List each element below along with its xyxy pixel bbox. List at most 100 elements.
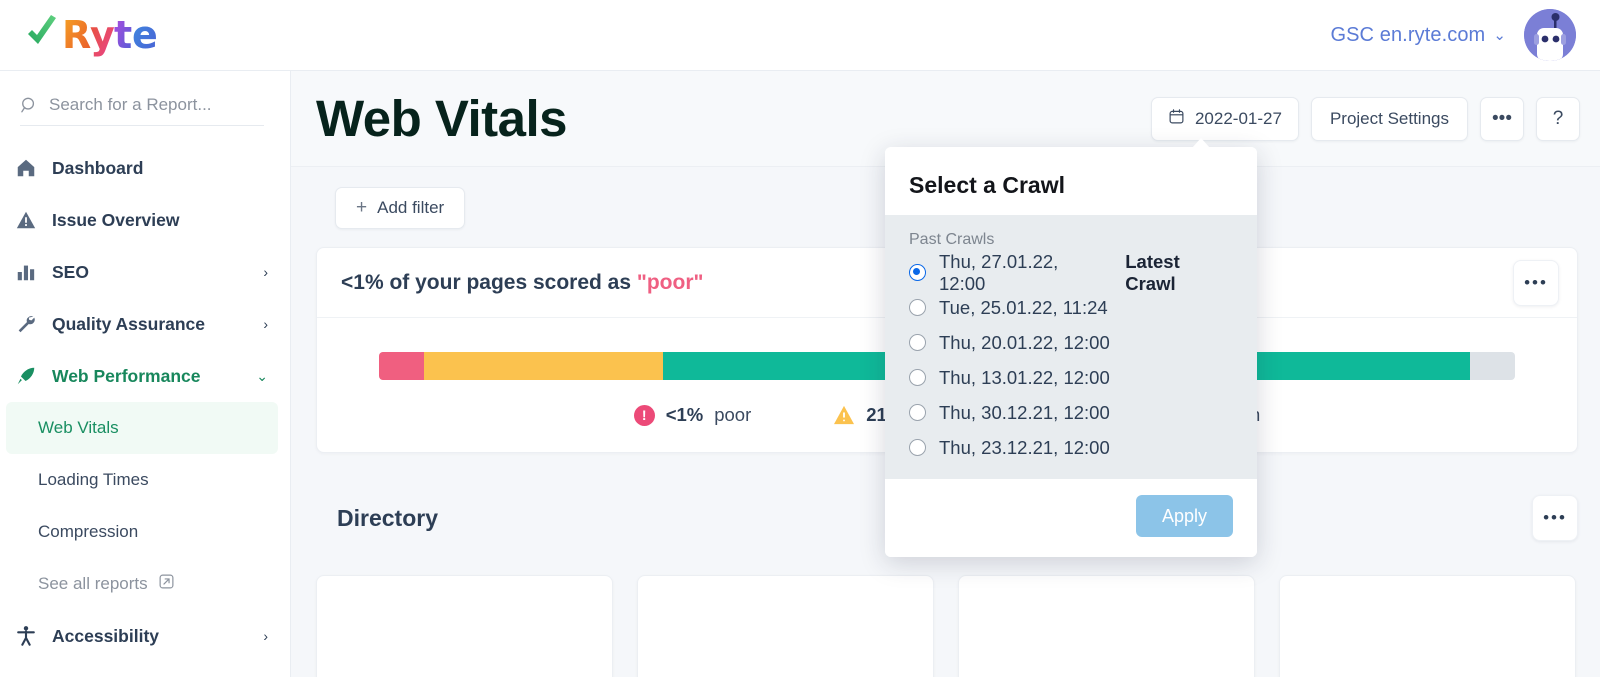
chevron-right-icon: › — [263, 628, 268, 644]
bar-segment-unknown — [1469, 352, 1515, 380]
crawl-date-label: 2022-01-27 — [1194, 108, 1282, 128]
svg-text:t: t — [114, 13, 132, 57]
crawl-radio[interactable] — [909, 439, 926, 456]
apply-button[interactable]: Apply — [1135, 495, 1233, 537]
legend-item-poor: ! <1% poor — [633, 404, 752, 426]
crawl-option[interactable]: Thu, 20.01.22, 12:00 — [909, 325, 1233, 360]
ryte-logo[interactable]: R y t e — [24, 11, 174, 59]
directory-card[interactable] — [1279, 575, 1576, 677]
sidebar-item-accessibility[interactable]: Accessibility › — [0, 610, 290, 662]
account-selector-label: GSC en.ryte.com — [1330, 23, 1486, 46]
crawl-date-button[interactable]: 2022-01-27 — [1150, 96, 1299, 141]
crawl-radio[interactable] — [909, 404, 926, 421]
chevron-down-icon: ⌄ — [1493, 27, 1506, 44]
crawl-option-label: Thu, 23.12.21, 12:00 — [939, 436, 1110, 458]
select-crawl-heading: Select a Crawl — [885, 147, 1257, 215]
more-options-button[interactable]: ••• — [1480, 96, 1524, 141]
chevron-right-icon: › — [263, 316, 268, 332]
robot-avatar-icon — [1524, 9, 1576, 61]
svg-text:R: R — [62, 13, 91, 57]
page-title: Web Vitals — [316, 90, 568, 147]
bar-segment-poor — [379, 352, 425, 380]
crawl-radio[interactable] — [909, 369, 926, 386]
crawl-radio[interactable] — [909, 299, 926, 316]
sidebar-item-quality-assurance[interactable]: Quality Assurance › — [0, 298, 290, 350]
chevron-down-icon: ⌄ — [256, 367, 268, 384]
past-crawls-label: Past Crawls — [909, 231, 995, 248]
sidebar-item-seo[interactable]: SEO › — [0, 246, 290, 298]
add-filter-button[interactable]: + Add filter — [335, 187, 466, 229]
sidebar: Dashboard Issue Overview SEO › — [0, 71, 291, 677]
account-selector[interactable]: GSC en.ryte.com ⌄ — [1330, 24, 1506, 47]
web-vitals-card-title: <1% of your pages scored as "poor" — [341, 271, 703, 295]
directory-card[interactable] — [316, 575, 613, 677]
top-bar: R y t e GSC en.ryte.com ⌄ — [0, 0, 1600, 71]
directory-cards — [316, 575, 1576, 677]
web-vitals-title-poor: "poor" — [636, 270, 704, 294]
select-crawl-popover: Select a Crawl Past Crawls Thu, 27.01.22… — [885, 138, 1257, 557]
directory-menu-button[interactable]: ••• — [1532, 495, 1578, 541]
sidebar-item-label: Dashboard — [52, 157, 144, 178]
warning-triangle-icon — [833, 405, 855, 425]
sidebar-subnav: Web Vitals Loading Times Compression See… — [0, 402, 290, 610]
top-bar-right: GSC en.ryte.com ⌄ — [1330, 9, 1576, 61]
see-all-reports-label: See all reports — [38, 574, 148, 593]
sidebar-item-web-performance[interactable]: Web Performance ⌄ — [0, 350, 290, 402]
plus-icon: + — [356, 197, 368, 218]
svg-text:y: y — [90, 13, 115, 57]
project-settings-button[interactable]: Project Settings — [1310, 96, 1468, 141]
sidebar-item-label: SEO — [52, 261, 89, 282]
sidebar-nav: Dashboard Issue Overview SEO › Quality A… — [0, 142, 290, 662]
sidebar-search[interactable] — [20, 95, 264, 126]
legend-value-poor: <1% — [665, 404, 704, 425]
crawl-radio[interactable] — [909, 264, 926, 281]
crawl-option-label: Thu, 20.01.22, 12:00 — [939, 331, 1110, 353]
rocket-icon — [14, 365, 38, 387]
crawl-option[interactable]: Thu, 23.12.21, 12:00 — [909, 430, 1233, 465]
web-vitals-card-menu-button[interactable]: ••• — [1513, 259, 1559, 306]
sidebar-subitem-label: Web Vitals — [38, 418, 119, 437]
avatar[interactable] — [1524, 9, 1576, 61]
home-icon — [14, 157, 38, 179]
sidebar-item-compression[interactable]: Compression — [0, 506, 290, 558]
legend-label-poor: poor — [714, 404, 752, 425]
directory-card[interactable] — [637, 575, 934, 677]
sidebar-item-issue-overview[interactable]: Issue Overview — [0, 194, 290, 246]
error-circle-icon: ! — [633, 404, 655, 426]
chevron-right-icon: › — [263, 264, 268, 280]
crawl-option-label: Tue, 25.01.22, 11:24 — [939, 296, 1108, 318]
add-filter-label: Add filter — [377, 198, 445, 217]
bar-chart-icon — [14, 261, 38, 283]
sidebar-item-loading-times[interactable]: Loading Times — [0, 454, 290, 506]
help-button[interactable]: ? — [1536, 96, 1580, 141]
sidebar-subitem-label: Compression — [38, 522, 139, 541]
sidebar-item-dashboard[interactable]: Dashboard — [0, 142, 290, 194]
crawl-option[interactable]: Thu, 30.12.21, 12:00 — [909, 395, 1233, 430]
web-vitals-title-prefix: <1% of your pages scored as — [341, 270, 637, 294]
crawl-option[interactable]: Tue, 25.01.22, 11:24 — [909, 290, 1233, 325]
app-root: R y t e GSC en.ryte.com ⌄ Search for a R… — [0, 0, 1600, 677]
external-link-icon — [158, 573, 175, 595]
sidebar-see-all-reports[interactable]: See all reports — [0, 558, 290, 610]
sidebar-subitem-label: Loading Times — [38, 470, 149, 489]
select-crawl-body: Past Crawls Thu, 27.01.22, 12:00 Latest C… — [885, 215, 1257, 479]
wrench-icon — [14, 313, 38, 335]
sidebar-item-label: Issue Overview — [52, 209, 180, 230]
directory-title: Directory — [337, 504, 438, 531]
accessibility-icon — [14, 625, 38, 647]
crawl-option-label: Thu, 27.01.22, 12:00 — [939, 250, 1059, 294]
calendar-icon — [1168, 108, 1185, 130]
sidebar-item-label: Accessibility — [52, 625, 159, 646]
svg-text:e: e — [132, 13, 158, 57]
crawl-option-label: Thu, 30.12.21, 12:00 — [939, 401, 1110, 423]
crawl-option[interactable]: Thu, 27.01.22, 12:00 Latest Crawl — [909, 251, 1233, 294]
crawl-radio[interactable] — [909, 334, 926, 351]
crawl-option-label: Thu, 13.01.22, 12:00 — [939, 366, 1110, 388]
directory-card[interactable] — [958, 575, 1255, 677]
crawl-list: Thu, 27.01.22, 12:00 Latest Crawl Tue, 25.… — [909, 251, 1233, 465]
crawl-option[interactable]: Thu, 13.01.22, 12:00 — [909, 360, 1233, 395]
latest-crawl-badge: Latest Crawl — [1125, 250, 1180, 294]
sidebar-item-label: Quality Assurance — [52, 313, 206, 334]
sidebar-item-web-vitals[interactable]: Web Vitals — [6, 402, 278, 454]
search-input[interactable] — [49, 95, 249, 115]
